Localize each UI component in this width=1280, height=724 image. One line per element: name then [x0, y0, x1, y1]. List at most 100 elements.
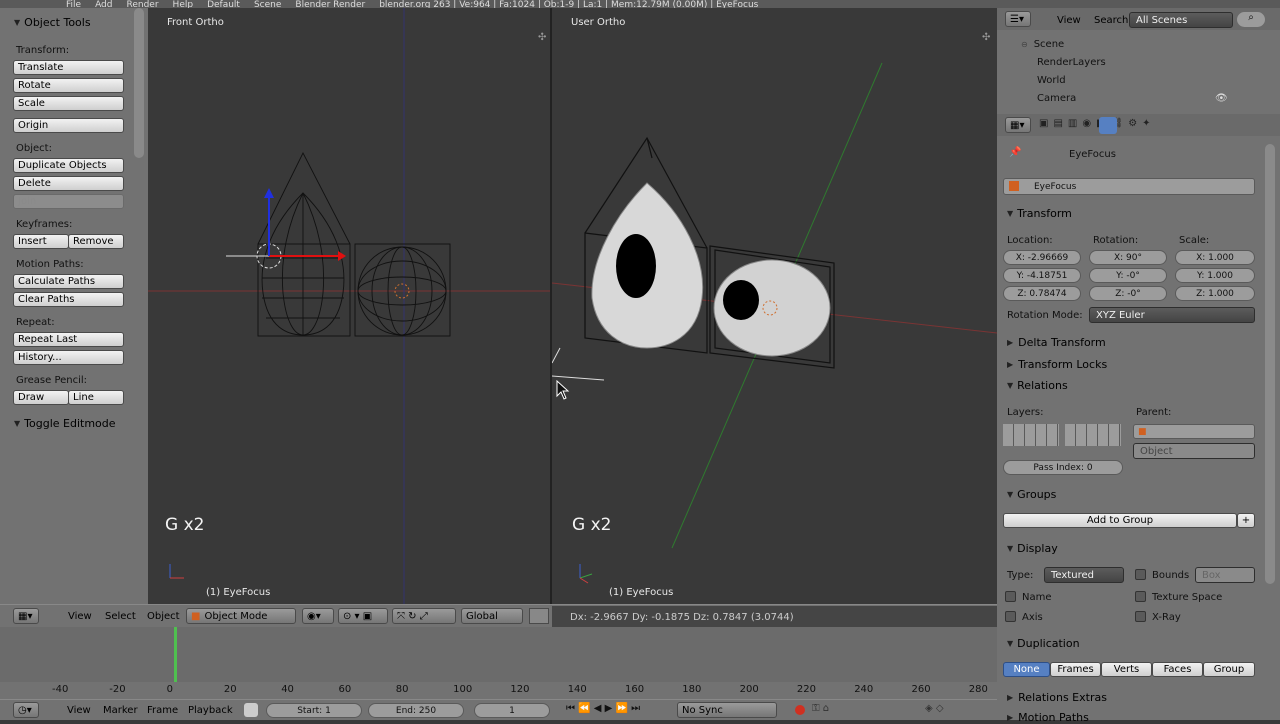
object-name-field[interactable]: EyeFocus [1003, 178, 1255, 195]
top-bar-item[interactable]: Render [127, 0, 159, 8]
xray-checkbox[interactable] [1135, 611, 1146, 625]
transform-locks-header[interactable]: ▶ Transform Locks [1007, 358, 1107, 371]
transform-panel-header[interactable]: ▼ Transform [1007, 207, 1072, 220]
duplication-header[interactable]: ▼ Duplication [1007, 637, 1080, 650]
keyframe-icons[interactable]: ◈ ◇ [925, 703, 965, 718]
object-tab-active[interactable] [1099, 117, 1117, 134]
pass-index-field[interactable]: Pass Index: 0 [1003, 460, 1123, 475]
start-frame-field[interactable]: Start: 1 [266, 703, 362, 718]
translate-button[interactable]: Translate [13, 60, 124, 75]
name-checkbox[interactable] [1005, 591, 1016, 605]
texture-space-checkbox[interactable] [1135, 591, 1146, 605]
delta-transform-header[interactable]: ▶ Delta Transform [1007, 336, 1106, 349]
top-bar-item[interactable]: Blender Render [295, 0, 365, 8]
current-frame-line[interactable] [174, 627, 177, 682]
tree-item-renderlayers[interactable]: RenderLayers [1037, 57, 1106, 68]
join-button[interactable]: Join [13, 194, 124, 209]
timeline[interactable]: -40 -20 0 20 40 60 80 100 120 140 160 180 200 220 240 2… [0, 627, 997, 699]
top-bar-item[interactable]: Default [207, 0, 240, 8]
display-type-dropdown[interactable]: Textured [1044, 567, 1124, 583]
layers-icon[interactable] [529, 608, 549, 624]
calculate-paths-button[interactable]: Calculate Paths [13, 274, 124, 289]
keying-icons[interactable]: ⚿ ⌂ [812, 703, 852, 718]
parent-type-dropdown[interactable]: Object [1133, 443, 1255, 459]
record-icon[interactable] [795, 705, 805, 715]
axis-checkbox[interactable] [1005, 611, 1016, 625]
top-bar-item[interactable]: Help [173, 0, 194, 8]
orientation-dropdown[interactable]: Global [461, 608, 523, 624]
search-menu[interactable]: Search [1094, 15, 1128, 26]
sync-dropdown[interactable]: No Sync [677, 702, 777, 718]
dup-verts-button[interactable]: Verts [1101, 662, 1152, 677]
properties-scrollbar[interactable] [1265, 144, 1275, 584]
groups-header[interactable]: ▼ Groups [1007, 488, 1056, 501]
playback-menu[interactable]: Playback [188, 705, 233, 716]
object-menu[interactable]: Object [147, 611, 180, 622]
dup-frames-button[interactable]: Frames [1050, 662, 1101, 677]
tool-shelf-scrollbar[interactable] [134, 8, 144, 158]
corner-widget-icon[interactable]: ✣ [982, 32, 990, 43]
tree-item-world[interactable]: World [1037, 75, 1066, 86]
editor-type-icon[interactable]: ◷▾ [13, 702, 39, 718]
line-button[interactable]: Line [68, 390, 124, 405]
clear-paths-button[interactable]: Clear Paths [13, 292, 124, 307]
rotation-x-field[interactable]: X: 90° [1089, 250, 1167, 265]
timeline-track[interactable] [0, 627, 997, 682]
rotate-button[interactable]: Rotate [13, 78, 124, 93]
preview-range-icon[interactable] [244, 703, 258, 717]
pin-icon[interactable]: 📌 [1009, 147, 1021, 158]
dup-none-button[interactable]: None [1003, 662, 1050, 677]
tree-item-camera[interactable]: Camera [1037, 93, 1076, 104]
editor-type-icon[interactable]: ▦▾ [13, 608, 39, 624]
rotation-z-field[interactable]: Z: -0° [1089, 286, 1167, 301]
relations-header[interactable]: ▼ Relations [1007, 379, 1068, 392]
object-tools-header[interactable]: ▼ Object Tools [14, 16, 91, 29]
view-menu[interactable]: View [67, 705, 91, 716]
editor-type-icon[interactable]: ▦▾ [1005, 117, 1031, 133]
bounds-checkbox[interactable] [1135, 569, 1146, 583]
remove-keyframe-button[interactable]: Remove [68, 234, 124, 249]
viewport-user-ortho[interactable]: User Ortho G x2 (1) EyeFocus ✣ [552, 8, 997, 604]
pivot-dropdown[interactable]: ⊙ ▾ ▣ [338, 608, 388, 624]
top-bar-item[interactable]: File [66, 0, 81, 8]
dup-group-button[interactable]: Group [1203, 662, 1255, 677]
rotation-mode-dropdown[interactable]: XYZ Euler [1089, 307, 1255, 323]
marker-menu[interactable]: Marker [103, 705, 138, 716]
top-bar-item[interactable]: blender.org 263 | Ve:964 | Fa:1024 | Ob:… [379, 0, 758, 8]
motion-paths-header[interactable]: ▶ Motion Paths [1007, 711, 1089, 724]
eye-icon[interactable]: 👁 [1215, 93, 1228, 104]
viewport-front-ortho[interactable]: Front Ortho G x2 (1) EyeFocus ✣ [148, 8, 550, 604]
toggle-editmode-header[interactable]: ▼ Toggle Editmode [14, 417, 116, 430]
manipulator-buttons[interactable]: ⤧ ↻ ⤢ [392, 608, 456, 624]
search-icon[interactable]: ⌕ [1237, 12, 1265, 27]
editor-type-icon[interactable]: ☰▾ [1005, 11, 1031, 27]
relations-extras-header[interactable]: ▶ Relations Extras [1007, 691, 1107, 704]
delete-button[interactable]: Delete [13, 176, 124, 191]
location-x-field[interactable]: X: -2.96669 [1003, 250, 1081, 265]
top-bar-item[interactable]: Scene [254, 0, 281, 8]
scale-z-field[interactable]: Z: 1.000 [1175, 286, 1255, 301]
frame-menu[interactable]: Frame [147, 705, 178, 716]
playback-controls[interactable]: ⏮ ⏪ ◀ ▶ ⏩ ⏭ [566, 703, 674, 718]
add-to-group-button[interactable]: Add to Group [1003, 513, 1237, 528]
layers-grid-a[interactable] [1003, 424, 1059, 446]
rotation-y-field[interactable]: Y: -0° [1089, 268, 1167, 283]
layers-grid-b[interactable] [1065, 424, 1121, 446]
draw-button[interactable]: Draw [13, 390, 69, 405]
insert-keyframe-button[interactable]: Insert [13, 234, 69, 249]
tree-item-scene[interactable]: ⊖ Scene [1021, 39, 1064, 50]
location-y-field[interactable]: Y: -4.18751 [1003, 268, 1081, 283]
location-z-field[interactable]: Z: 0.78474 [1003, 286, 1081, 301]
top-bar-item[interactable]: Add [95, 0, 112, 8]
scale-x-field[interactable]: X: 1.000 [1175, 250, 1255, 265]
display-header[interactable]: ▼ Display [1007, 542, 1058, 555]
mode-dropdown[interactable]: ■ Object Mode [186, 608, 296, 624]
view-menu[interactable]: View [68, 611, 92, 622]
shading-dropdown[interactable]: ◉▾ [302, 608, 334, 624]
duplicate-objects-button[interactable]: Duplicate Objects [13, 158, 124, 173]
origin-button[interactable]: Origin [13, 118, 124, 133]
scale-y-field[interactable]: Y: 1.000 [1175, 268, 1255, 283]
repeat-last-button[interactable]: Repeat Last [13, 332, 124, 347]
add-group-plus-icon[interactable]: + [1237, 513, 1255, 528]
scale-button[interactable]: Scale [13, 96, 124, 111]
